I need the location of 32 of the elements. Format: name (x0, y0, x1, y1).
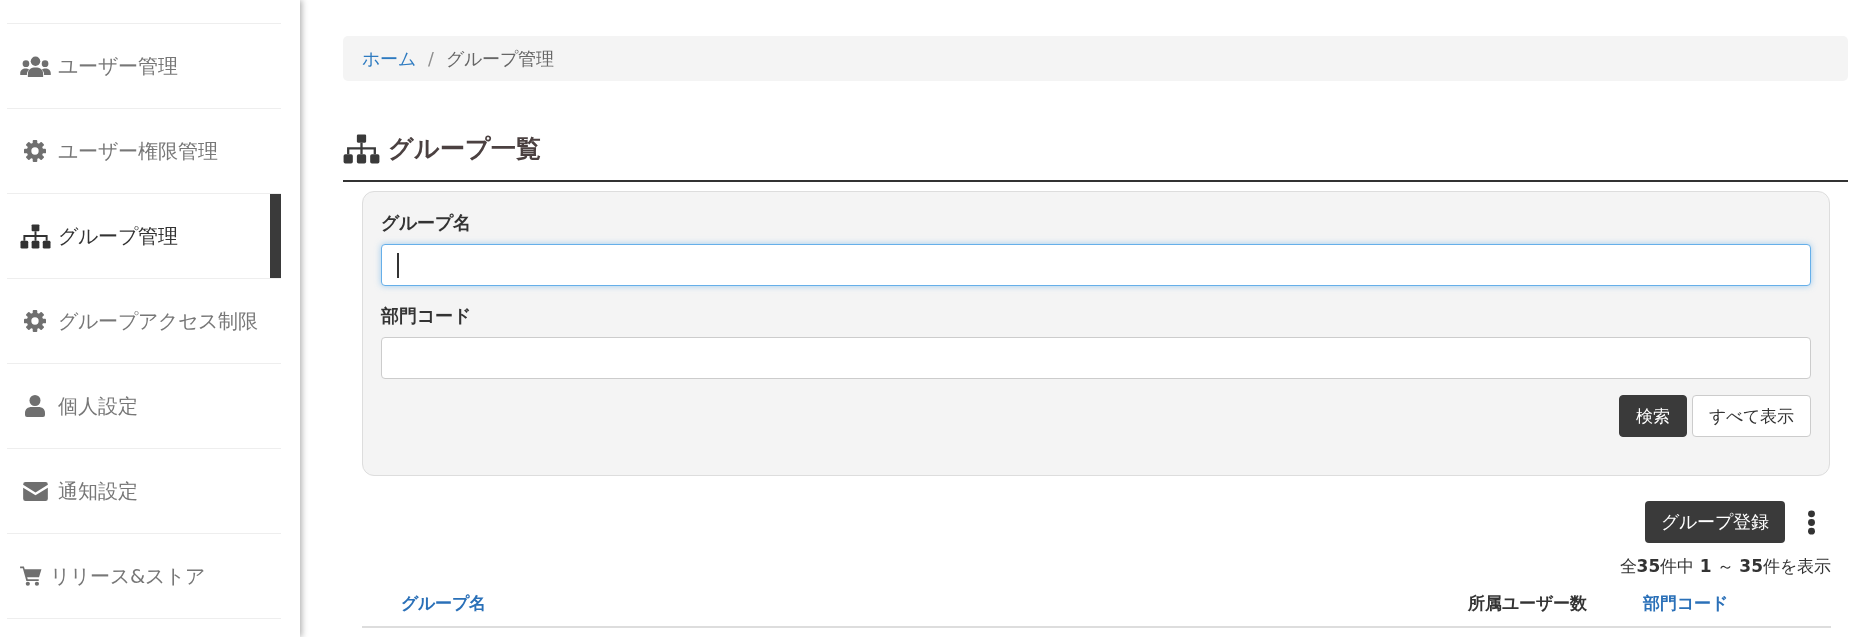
sitemap-icon (343, 134, 380, 164)
sidebar-item[interactable]: グループ管理 (7, 193, 281, 278)
breadcrumb-separator: / (428, 48, 434, 69)
result-count-text: 全35件中 1 ～ 35件を表示 (1619, 555, 1831, 578)
breadcrumb-link[interactable]: ホーム (362, 46, 416, 71)
column-header[interactable]: 部門コード (1643, 591, 1728, 615)
page-title: グループ一覧 (388, 133, 541, 165)
input-field[interactable] (381, 337, 1811, 379)
sidebar-item[interactable]: ユーザー権限管理 (7, 108, 281, 193)
input-field[interactable] (381, 244, 1811, 286)
register-button[interactable]: グループ登録 (1645, 501, 1785, 543)
search-button[interactable]: 検索 (1619, 395, 1687, 437)
sitemap-icon (19, 223, 51, 249)
column-header: 所属ユーザー数 (1468, 591, 1587, 615)
cart-icon (20, 566, 42, 586)
gear-icon (24, 140, 46, 162)
field-label: グループ名 (381, 212, 471, 234)
show-all-button[interactable]: すべて表示 (1692, 395, 1811, 437)
sidebar-item[interactable]: グループアクセス制限 (7, 278, 281, 363)
envelope-icon (22, 481, 48, 501)
field-label: 部門コード (381, 305, 471, 327)
more-menu-icon[interactable] (1807, 509, 1816, 535)
gear-icon (24, 310, 46, 332)
breadcrumb-current: グループ管理 (445, 47, 554, 71)
sidebar-item[interactable]: 個人設定 (7, 363, 281, 448)
column-header[interactable]: グループ名 (401, 591, 486, 615)
user-icon (25, 395, 45, 417)
sidebar-item[interactable]: 通知設定 (7, 448, 281, 533)
sidebar-item[interactable]: ユーザー管理 (7, 23, 281, 108)
sidebar-item[interactable]: リリース&ストア (7, 533, 281, 618)
users-icon (19, 55, 51, 77)
text-cursor-icon (397, 252, 399, 278)
